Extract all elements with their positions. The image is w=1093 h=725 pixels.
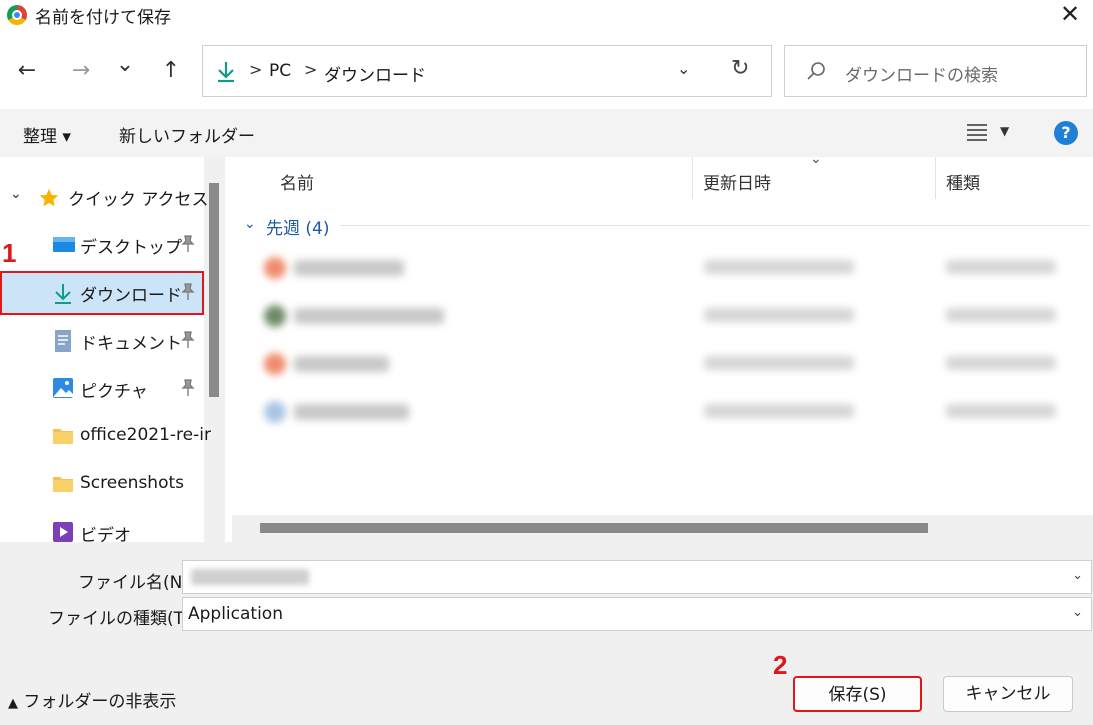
- up-button[interactable]: ↑: [156, 56, 186, 86]
- column-divider[interactable]: [692, 157, 693, 199]
- save-button[interactable]: 保存(S): [793, 676, 922, 712]
- star-icon: [39, 188, 59, 207]
- sidebar-item-label: ビデオ: [80, 526, 131, 542]
- search-placeholder: ダウンロードの検索: [845, 66, 998, 86]
- new-folder-button[interactable]: 新しいフォルダー: [119, 122, 255, 147]
- chevron-down-icon[interactable]: ⌄: [1072, 605, 1083, 620]
- column-header-type[interactable]: 種類: [946, 169, 980, 194]
- group-header[interactable]: 先週 (4): [266, 214, 329, 239]
- table-row[interactable]: [254, 353, 1093, 375]
- sidebar-item-label: クイック アクセス: [68, 190, 209, 210]
- filetype-select[interactable]: Application ⌄: [182, 597, 1092, 631]
- download-icon: [218, 62, 234, 83]
- download-icon: [55, 284, 71, 304]
- sidebar-item-label: office2021-re-ir: [80, 425, 211, 445]
- folder-icon: [53, 477, 73, 492]
- pin-icon[interactable]: [180, 331, 196, 349]
- column-header-modified[interactable]: 更新日時: [703, 169, 771, 194]
- step-marker-1: 1: [2, 238, 17, 268]
- file-list: ⌄ 名前 更新日時 種類 ⌄ 先週 (4): [232, 157, 1093, 542]
- table-row[interactable]: [254, 305, 1093, 327]
- breadcrumb-separator: >: [249, 60, 263, 79]
- sidebar-item-screenshots[interactable]: Screenshots: [0, 463, 204, 507]
- recent-locations-chevron-icon[interactable]: ⌄: [110, 50, 140, 80]
- chevron-down-icon[interactable]: ⌄: [1072, 568, 1083, 583]
- command-bar: 整理 ▾ 新しいフォルダー ▼ ?: [0, 109, 1093, 157]
- filetype-label: ファイルの種類(T):: [48, 609, 197, 629]
- sidebar-item-label: ドキュメント: [80, 334, 182, 354]
- sidebar-item-quick-access[interactable]: ⌄ クイック アクセス: [0, 175, 209, 219]
- sort-chevron-icon: ⌄: [810, 157, 822, 167]
- desktop-icon: [53, 237, 75, 252]
- sidebar-item-label: ダウンロード: [80, 286, 182, 306]
- sidebar-item-downloads[interactable]: ダウンロード: [0, 271, 204, 315]
- file-icon: [264, 257, 286, 279]
- document-icon: [55, 330, 71, 352]
- breadcrumb-pc[interactable]: PC: [269, 61, 291, 81]
- chevron-up-icon: ▲: [8, 696, 18, 711]
- sidebar-item-label: ピクチャ: [80, 382, 148, 402]
- pin-icon[interactable]: [180, 283, 196, 301]
- organize-menu[interactable]: 整理 ▾: [23, 122, 71, 147]
- refresh-icon[interactable]: ↻: [731, 56, 749, 81]
- file-icon: [264, 353, 286, 375]
- sidebar-item-desktop[interactable]: デスクトップ: [0, 223, 204, 267]
- filename-value: [191, 569, 309, 585]
- video-icon: [53, 522, 73, 542]
- sidebar-item-label: デスクトップ: [80, 238, 182, 258]
- hide-folders-toggle[interactable]: ▲ フォルダーの非表示: [8, 687, 176, 712]
- table-row[interactable]: [254, 401, 1093, 423]
- group-divider: [340, 225, 1090, 226]
- view-caret-icon[interactable]: ▼: [1000, 124, 1009, 138]
- group-chevron-icon[interactable]: ⌄: [244, 216, 256, 232]
- picture-icon: [53, 378, 73, 398]
- breadcrumb-downloads[interactable]: ダウンロード: [324, 61, 426, 86]
- column-divider[interactable]: [935, 157, 936, 199]
- search-icon: [807, 62, 825, 80]
- window-title: 名前を付けて保存: [35, 8, 171, 28]
- hide-folders-label: フォルダーの非表示: [23, 692, 177, 712]
- pin-icon[interactable]: [180, 379, 196, 397]
- filetype-value: Application: [188, 604, 283, 624]
- horizontal-scrollbar[interactable]: [260, 523, 928, 533]
- sidebar-item-documents[interactable]: ドキュメント: [0, 319, 204, 363]
- sidebar-item-label: Screenshots: [80, 473, 185, 493]
- save-form: ファイル名(N): ⌄ ファイルの種類(T): Application ⌄ ▲ …: [0, 542, 1093, 725]
- expand-chevron-icon[interactable]: ⌄: [10, 186, 22, 202]
- address-dropdown-icon[interactable]: ⌄: [677, 59, 690, 78]
- sidebar-scrollbar[interactable]: [209, 183, 219, 397]
- file-icon: [264, 305, 286, 327]
- step-marker-2: 2: [773, 650, 788, 680]
- navigation-pane: ⌄ クイック アクセス デスクトップ ダウンロード ドキュメント ピクチャ of…: [0, 157, 225, 542]
- address-bar[interactable]: > PC > ダウンロード ⌄ ↻: [202, 45, 772, 97]
- back-button[interactable]: ←: [12, 56, 42, 86]
- help-icon[interactable]: ?: [1054, 121, 1078, 145]
- pin-icon[interactable]: [180, 235, 196, 253]
- chrome-icon: [7, 5, 27, 25]
- title-bar: 名前を付けて保存 ✕: [0, 0, 1093, 30]
- file-icon: [264, 401, 286, 423]
- sidebar-item-videos[interactable]: ビデオ: [0, 511, 204, 542]
- sidebar-item-pictures[interactable]: ピクチャ: [0, 367, 204, 411]
- table-row[interactable]: [254, 257, 1093, 279]
- filename-label: ファイル名(N):: [78, 573, 195, 593]
- navigation-bar: ← → ⌄ ↑ > PC > ダウンロード ⌄ ↻ ダウンロードの検索: [0, 40, 1093, 102]
- folder-icon: [53, 429, 73, 444]
- cancel-button[interactable]: キャンセル: [943, 676, 1073, 712]
- search-input[interactable]: ダウンロードの検索: [784, 45, 1087, 97]
- close-icon[interactable]: ✕: [1055, 0, 1085, 28]
- view-options-icon[interactable]: [966, 122, 988, 142]
- breadcrumb-separator: >: [304, 60, 318, 79]
- filename-field[interactable]: ⌄: [182, 560, 1092, 594]
- sidebar-item-office-folder[interactable]: office2021-re-ir: [0, 415, 211, 459]
- forward-button[interactable]: →: [66, 56, 96, 86]
- column-header-name[interactable]: 名前: [280, 169, 314, 194]
